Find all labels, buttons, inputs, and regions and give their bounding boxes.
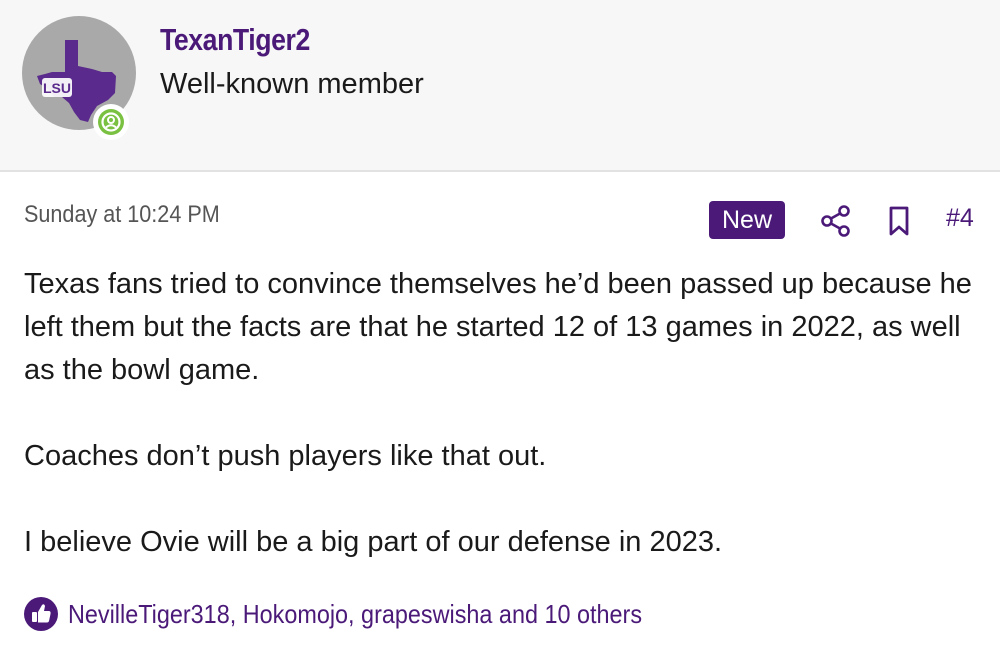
avatar-lsu-text: LSU xyxy=(43,80,71,96)
post-paragraph: Texas fans tried to convince themselves … xyxy=(24,268,972,386)
post-paragraph: Coaches don’t push players like that out… xyxy=(24,440,547,472)
reactions-bar: NevilleTiger318, Hokomojo, grapeswisha a… xyxy=(24,596,706,632)
thumbs-up-icon xyxy=(24,597,58,631)
post-paragraph: I believe Ovie will be a big part of our… xyxy=(24,526,723,558)
share-button[interactable] xyxy=(820,204,852,238)
bookmark-icon xyxy=(889,206,909,236)
share-icon xyxy=(821,205,850,237)
post-author-header: LSU TexanTiger2 Well-known member xyxy=(0,0,1000,172)
post-number-link[interactable]: #4 xyxy=(946,204,974,233)
post-body: Texas fans tried to convince themselves … xyxy=(24,263,984,564)
online-status-badge xyxy=(93,104,129,140)
bookmark-button[interactable] xyxy=(886,205,912,237)
online-user-icon xyxy=(101,112,121,132)
post-date[interactable]: Sunday at 10:24 PM xyxy=(24,201,220,229)
username-link[interactable]: TexanTiger2 xyxy=(160,22,310,58)
user-title: Well-known member xyxy=(160,68,424,100)
new-badge: New xyxy=(709,201,785,239)
reaction-users-link[interactable]: NevilleTiger318, Hokomojo, grapeswisha a… xyxy=(68,599,642,630)
